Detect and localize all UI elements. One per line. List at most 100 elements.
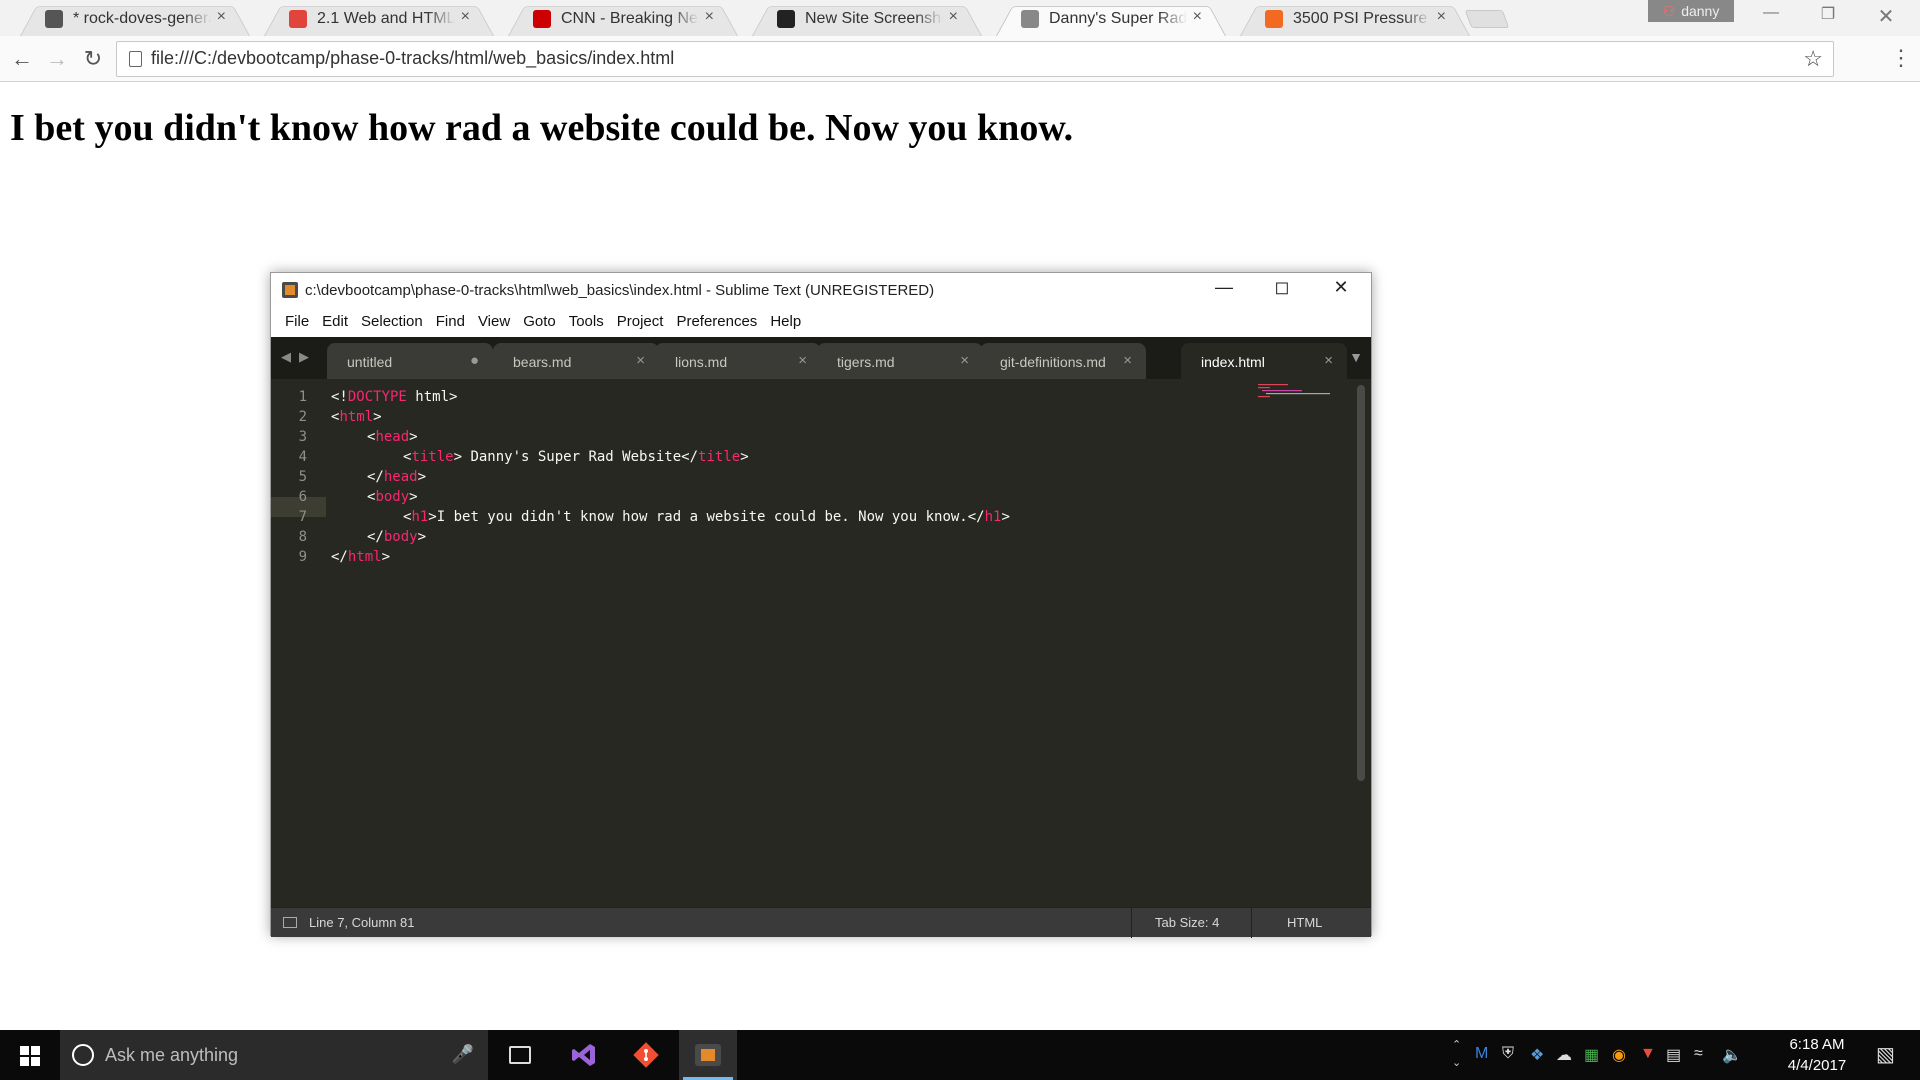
close-button[interactable]: ✕ [1866, 4, 1906, 29]
address-bar[interactable]: file:///C:/devbootcamp/phase-0-tracks/ht… [116, 41, 1834, 77]
code-tag-token: head [383, 469, 418, 485]
code-text-token: > [409, 489, 418, 505]
network-adapter-icon[interactable]: ▤ [1666, 1045, 1681, 1065]
tab-close-icon[interactable]: × [949, 8, 958, 26]
tab-close-icon[interactable]: × [461, 8, 470, 26]
bookmark-star-icon[interactable]: ☆ [1803, 46, 1823, 72]
code-line: <head> [331, 427, 418, 447]
back-arrow-icon[interactable]: ← [8, 45, 36, 73]
clock-date: 4/4/2017 [1787, 1057, 1847, 1074]
browser-tab[interactable]: 2.1 Web and HTML Basic × [264, 0, 494, 37]
malwarebytes-icon[interactable]: M [1475, 1045, 1488, 1063]
code-tag-token: DOCTYPE [347, 389, 407, 405]
sublime-maximize-button[interactable]: ◻ [1267, 277, 1297, 298]
menu-view[interactable]: View [472, 309, 517, 337]
editor-tab[interactable]: tigers.md × [817, 343, 983, 379]
tab-scroll-right-icon[interactable]: ▶ [299, 349, 309, 365]
browser-tab-strip: * rock-doves-general | Pl×2.1 Web and HT… [0, 0, 1920, 37]
editor-tab[interactable]: index.html × [1181, 343, 1347, 379]
sublime-taskbar-icon[interactable] [679, 1030, 737, 1080]
sublime-titlebar: c:\devbootcamp\phase-0-tracks\html\web_b… [271, 273, 1371, 309]
alert-icon[interactable]: ▼ [1640, 1045, 1656, 1063]
wifi-icon[interactable]: ≈ [1694, 1045, 1703, 1063]
reload-icon[interactable]: ↻ [79, 45, 107, 73]
task-view-icon[interactable] [491, 1030, 549, 1080]
visual-studio-icon[interactable] [555, 1030, 613, 1080]
dropbox-icon[interactable]: ❖ [1530, 1045, 1544, 1065]
profile-button[interactable]: ⚇ danny [1648, 0, 1734, 22]
panel-toggle-icon[interactable] [283, 917, 297, 928]
line-number: 5 [298, 469, 307, 485]
editor-scrollbar[interactable] [1357, 385, 1365, 781]
editor-tab-close-icon[interactable]: × [798, 352, 807, 369]
browser-tab-title: * rock-doves-general | Pl [73, 10, 211, 27]
chrome-menu-icon[interactable]: ⋮ [1890, 44, 1912, 72]
editor-tab-close-icon[interactable]: × [960, 352, 969, 369]
minimap[interactable] [1256, 383, 1331, 399]
action-center-icon[interactable]: ▧ [1876, 1042, 1895, 1067]
sync-icon[interactable]: ▦ [1584, 1045, 1599, 1065]
avast-icon[interactable]: ◉ [1612, 1045, 1626, 1065]
tab-scroll-left-icon[interactable]: ◀ [281, 349, 291, 365]
sublime-close-button[interactable]: ✕ [1326, 277, 1356, 298]
line-number: 9 [298, 549, 307, 565]
address-url[interactable]: file:///C:/devbootcamp/phase-0-tracks/ht… [151, 48, 674, 69]
shield-icon[interactable]: ⛨ [1502, 1045, 1514, 1063]
code-text-token: > Danny's Super Rad Website</ [453, 449, 699, 465]
editor-tab[interactable]: lions.md × [655, 343, 821, 379]
menu-help[interactable]: Help [764, 309, 808, 337]
sublime-status-bar: Line 7, Column 81 Tab Size: 4 HTML [271, 907, 1371, 938]
browser-tab[interactable]: 3500 PSI Pressure Washe × [1240, 0, 1470, 37]
editor-tab[interactable]: untitled ● [327, 343, 493, 379]
windows-taskbar: Ask me anything 🎤 ⌃ ⌄ M ⛨ ❖ ☁ ▦ ◉ ▼ ▤ ≈ 🔈… [0, 1030, 1920, 1080]
volume-icon[interactable]: 🔈 [1722, 1045, 1742, 1065]
sublime-minimize-button[interactable]: — [1209, 277, 1239, 298]
new-tab-button[interactable] [1464, 10, 1510, 28]
menu-selection[interactable]: Selection [355, 309, 430, 337]
code-line: <!DOCTYPE html> [331, 387, 457, 407]
code-text-token: > [417, 469, 427, 485]
editor-tab-close-icon[interactable]: ● [470, 352, 479, 369]
browser-tab[interactable]: New Site Screenshot by × [752, 0, 982, 37]
microphone-icon[interactable]: 🎤 [452, 1044, 474, 1065]
editor-tab[interactable]: bears.md × [493, 343, 659, 379]
tab-close-icon[interactable]: × [1437, 8, 1446, 26]
code-line: <html> [331, 407, 382, 427]
menu-goto[interactable]: Goto [517, 309, 563, 337]
tab-dropdown-icon[interactable]: ▼ [1349, 349, 1363, 365]
windows-start-icon[interactable] [0, 1030, 60, 1080]
editor-tab-name: bears.md [513, 354, 572, 370]
menu-preferences[interactable]: Preferences [670, 309, 764, 337]
menu-find[interactable]: Find [430, 309, 472, 337]
show-hidden-icons[interactable]: ⌃ ⌄ [1452, 1036, 1461, 1072]
tab-close-icon[interactable]: × [1193, 8, 1202, 26]
browser-tab[interactable]: * rock-doves-general | Pl × [20, 0, 250, 37]
line-number: 7 [298, 509, 307, 525]
editor-tab[interactable]: git-definitions.md × [980, 343, 1146, 379]
editor-tab-close-icon[interactable]: × [636, 352, 645, 369]
code-tag-token: title [698, 449, 741, 465]
onedrive-icon[interactable]: ☁ [1556, 1045, 1572, 1065]
editor-tab-close-icon[interactable]: × [1324, 352, 1333, 369]
browser-tab[interactable]: Danny's Super Rad Webs × [996, 0, 1226, 37]
menu-edit[interactable]: Edit [316, 309, 355, 337]
restore-button[interactable]: ❐ [1808, 4, 1848, 24]
forward-arrow-icon[interactable]: → [43, 45, 71, 73]
code-text-token: </ [367, 469, 384, 485]
browser-tab[interactable]: CNN - Breaking News, La × [508, 0, 738, 37]
menu-project[interactable]: Project [611, 309, 671, 337]
menu-file[interactable]: File [279, 309, 316, 337]
cortana-search-box[interactable]: Ask me anything 🎤 [60, 1030, 488, 1080]
code-text-token: <! [331, 389, 348, 405]
syntax-indicator[interactable]: HTML [1287, 915, 1322, 930]
tab-close-icon[interactable]: × [705, 8, 714, 26]
page-info-icon[interactable] [129, 51, 142, 67]
tab-size-indicator[interactable]: Tab Size: 4 [1155, 915, 1219, 930]
editor-tab-close-icon[interactable]: × [1123, 352, 1132, 369]
menu-tools[interactable]: Tools [563, 309, 611, 337]
minimize-button[interactable]: — [1751, 4, 1791, 22]
code-editor[interactable]: 123456789 <!DOCTYPE html> <html> <head> <ti… [271, 379, 1371, 907]
system-clock[interactable]: 6:18 AM 4/4/2017 [1772, 1034, 1862, 1076]
git-icon[interactable] [617, 1030, 675, 1080]
tab-close-icon[interactable]: × [217, 8, 226, 26]
